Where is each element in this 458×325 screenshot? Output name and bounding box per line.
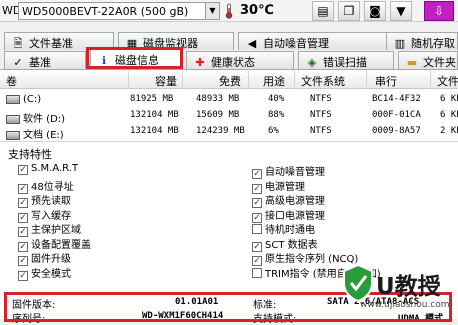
checkbox-unchecked-icon[interactable]: [252, 224, 262, 234]
folder-icon: ▬: [406, 56, 418, 69]
col-filesystem[interactable]: 文件系统: [294, 71, 364, 89]
speaker-icon: ◀: [247, 37, 257, 50]
checkbox-checked-icon[interactable]: ✓: [18, 165, 28, 175]
table-row[interactable]: 文档 (E:) 132104 MB 124239 MB 6% NTFS 0009…: [0, 126, 458, 141]
toolbar: WDC WD5000BEVT-22A0R (500 gB) ▼ 30℃ ▤ ❐ …: [0, 0, 458, 22]
tab-row-lower: ✓ 基准 ℹ 磁盘信息 ✚ 健康状态 ◈ 错误扫描 ▬ 文件夹: [0, 49, 458, 69]
drive-icon: [6, 130, 20, 140]
tab-noise-management[interactable]: ◀ 自动噪音管理: [238, 32, 390, 50]
save-icon[interactable]: ▼: [390, 1, 412, 21]
checkbox-unchecked-icon[interactable]: [252, 267, 262, 278]
feature-checkbox[interactable]: ✓ 主保护区域: [18, 221, 81, 237]
chevron-down-icon[interactable]: ▼: [206, 2, 220, 20]
feature-label: 主保护区域: [31, 225, 81, 236]
tab-benchmark[interactable]: ✓ 基准: [4, 51, 86, 69]
tab-folder[interactable]: ▬ 文件夹: [398, 51, 458, 69]
col-usage[interactable]: 用途: [248, 71, 292, 89]
tab-random-access[interactable]: ▥ 随机存取: [386, 32, 458, 50]
feature-checkbox[interactable]: 待机时通电: [252, 221, 315, 236]
col-cluster[interactable]: 文件夹: [430, 71, 458, 89]
feature-label: 自动噪音管理: [265, 167, 325, 178]
feature-label: 接口电源管理: [265, 210, 325, 222]
thermometer-icon: [225, 3, 233, 19]
watermark-url: www.ujiaoshou.com: [360, 300, 450, 310]
feature-label: 高级电源管理: [265, 196, 325, 207]
feature-checkbox[interactable]: ✓ 固件升级: [18, 250, 71, 266]
drive-select[interactable]: WD5000BEVT-22A0R (500 gB): [18, 2, 206, 20]
feature-checkbox[interactable]: ✓ 接口电源管理: [252, 207, 325, 223]
col-volume[interactable]: 卷: [6, 71, 17, 89]
feature-label: SCT 数据表: [265, 239, 318, 251]
tab-row-upper: 🗎 文件基准 ▦ 磁盘监视器 ◀ 自动噪音管理 ▥ 随机存取: [0, 32, 458, 50]
drive-icon: [6, 114, 20, 124]
error-scan-icon: ◈: [307, 56, 317, 69]
col-serial[interactable]: 串行: [366, 71, 428, 89]
feature-label: 写入缓存: [31, 210, 71, 222]
disk-icon[interactable]: ▤: [312, 1, 334, 21]
copy-icon[interactable]: ❐: [338, 1, 360, 21]
features-title: 支持特性: [8, 148, 52, 161]
file-benchmark-icon: 🗎: [13, 37, 23, 50]
random-access-icon: ▥: [394, 37, 406, 50]
feature-checkbox[interactable]: ✓ S.M.A.R.T: [18, 163, 78, 177]
feature-label: 预先读取: [31, 196, 71, 207]
feature-label: 待机时通电: [265, 225, 315, 236]
checkbox-checked-icon[interactable]: ✓: [18, 270, 28, 281]
feature-checkbox[interactable]: ✓ 电源管理: [252, 178, 305, 194]
feature-label: 电源管理: [265, 181, 305, 193]
feature-checkbox[interactable]: ✓ 高级电源管理: [252, 192, 325, 208]
feature-label: 设备配置覆盖: [31, 239, 91, 251]
feature-checkbox[interactable]: ✓ 设备配置覆盖: [18, 236, 91, 252]
feature-checkbox[interactable]: ✓ 写入缓存: [18, 207, 71, 223]
feature-label: S.M.A.R.T: [31, 163, 79, 174]
divider: [0, 141, 458, 142]
feature-checkbox[interactable]: ✓ 安全模式: [18, 265, 71, 281]
col-free[interactable]: 免费: [182, 71, 246, 89]
table-row[interactable]: 软件 (D:) 132104 MB 15609 MB 88% NTFS 000F…: [0, 110, 458, 125]
feature-label: 固件升级: [31, 254, 71, 265]
highlight-frame-tab: [86, 47, 183, 69]
feature-checkbox[interactable]: ✓ 预先读取: [18, 192, 71, 208]
feature-checkbox[interactable]: ✓ 原生指令序列 (NCQ): [252, 250, 358, 266]
col-capacity[interactable]: 容量: [128, 71, 180, 89]
camera-icon[interactable]: ◙: [364, 1, 386, 21]
power-icon[interactable]: ⇩: [424, 1, 454, 21]
volume-table-header: 卷 容量 免费 用途 文件系统 串行 文件夹: [0, 71, 458, 89]
temperature-readout: 30℃: [240, 3, 274, 18]
health-icon: ✚: [195, 56, 205, 69]
shield-logo-icon: [343, 263, 373, 303]
tab-health[interactable]: ✚ 健康状态: [186, 51, 294, 69]
watermark-text: U教授: [376, 274, 441, 300]
feature-checkbox[interactable]: ✓ SCT 数据表: [252, 236, 318, 252]
table-row[interactable]: (C:) 81925 MB 48933 MB 40% NTFS BC14-4F3…: [0, 94, 458, 109]
benchmark-icon: ✓: [13, 56, 23, 69]
feature-label: 48位寻址: [31, 181, 74, 193]
drive-icon: [6, 94, 20, 104]
feature-checkbox[interactable]: ✓ 自动噪音管理: [252, 163, 325, 179]
tab-error-scan[interactable]: ◈ 错误扫描: [298, 51, 394, 69]
feature-label: 安全模式: [31, 268, 71, 280]
feature-checkbox[interactable]: ✓ 48位寻址: [18, 178, 74, 194]
